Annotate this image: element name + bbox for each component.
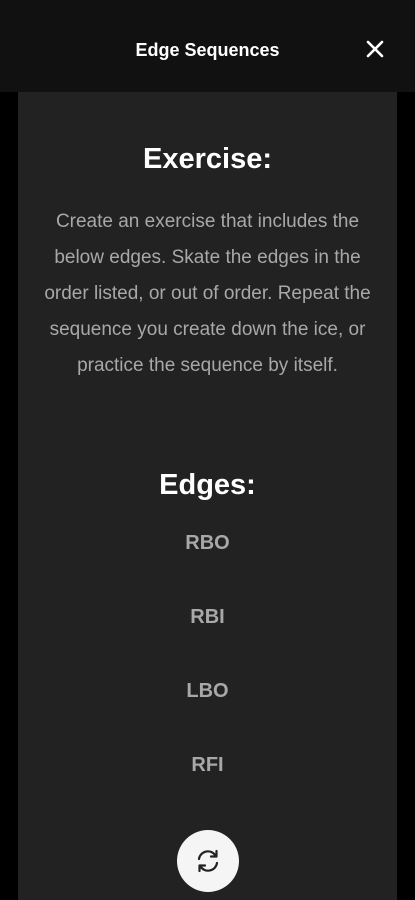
edge-item: RBO (185, 532, 230, 554)
edge-item: RFI (191, 754, 224, 776)
app-header: Edge Sequences (0, 0, 415, 92)
close-button[interactable] (360, 34, 390, 64)
page-title: Edge Sequences (135, 40, 280, 60)
refresh-icon (197, 849, 219, 873)
refresh-button[interactable] (177, 830, 239, 892)
exercise-heading: Exercise: (143, 143, 272, 175)
edges-heading: Edges: (159, 469, 256, 501)
content-card: Exercise: Create an exercise that includ… (18, 92, 397, 900)
close-icon (366, 40, 384, 58)
edge-item: LBO (186, 680, 229, 702)
edge-item: RBI (190, 606, 225, 628)
exercise-description: Create an exercise that includes the bel… (44, 211, 371, 376)
